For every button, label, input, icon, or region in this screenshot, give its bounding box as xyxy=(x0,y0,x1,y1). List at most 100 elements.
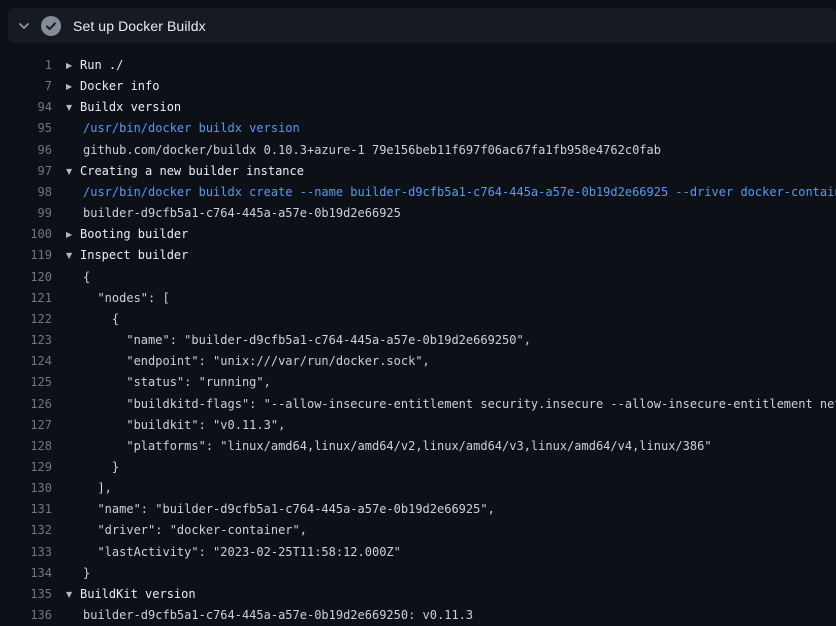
log-output-line: "name": "builder-d9cfb5a1-c764-445a-a57e… xyxy=(66,499,495,520)
line-number[interactable]: 124 xyxy=(0,351,52,372)
log-line-text: ], xyxy=(83,481,112,495)
log-group-header[interactable]: ▼Inspect builder xyxy=(66,245,188,266)
log-line-text: Booting builder xyxy=(80,227,188,241)
log-line: 128 "platforms": "linux/amd64,linux/amd6… xyxy=(0,436,836,457)
log-line-text: /usr/bin/docker buildx create --name bui… xyxy=(83,185,836,199)
line-number[interactable]: 100 xyxy=(0,224,52,245)
log-output-line: { xyxy=(66,309,119,330)
line-number[interactable]: 125 xyxy=(0,372,52,393)
line-number[interactable]: 132 xyxy=(0,520,52,541)
log-line-text: } xyxy=(83,566,90,580)
log-line: 126 "buildkitd-flags": "--allow-insecure… xyxy=(0,394,836,415)
line-number[interactable]: 128 xyxy=(0,436,52,457)
log-group-header[interactable]: ▼Creating a new builder instance xyxy=(66,161,304,182)
line-number[interactable]: 122 xyxy=(0,309,52,330)
log-line: 124 "endpoint": "unix:///var/run/docker.… xyxy=(0,351,836,372)
check-circle-icon xyxy=(41,16,61,36)
log-output-line: "lastActivity": "2023-02-25T11:58:12.000… xyxy=(66,542,401,563)
group-toggle-icon: ▶ xyxy=(66,224,80,245)
line-number[interactable]: 123 xyxy=(0,330,52,351)
log-line-text: "nodes": [ xyxy=(83,291,170,305)
group-toggle-icon: ▼ xyxy=(66,161,80,182)
log-line-text: Buildx version xyxy=(80,100,181,114)
line-number[interactable]: 119 xyxy=(0,245,52,266)
log-line: 125 "status": "running", xyxy=(0,372,836,393)
log-output-line: } xyxy=(66,563,90,584)
line-number[interactable]: 126 xyxy=(0,394,52,415)
log-line-text: "platforms": "linux/amd64,linux/amd64/v2… xyxy=(83,439,712,453)
line-number[interactable]: 95 xyxy=(0,118,52,139)
log-line: 95 /usr/bin/docker buildx version xyxy=(0,118,836,139)
line-number[interactable]: 98 xyxy=(0,182,52,203)
line-number[interactable]: 136 xyxy=(0,605,52,626)
log-line: 134 } xyxy=(0,563,836,584)
line-number[interactable]: 97 xyxy=(0,161,52,182)
log-line: 133 "lastActivity": "2023-02-25T11:58:12… xyxy=(0,542,836,563)
log-output-line: "driver": "docker-container", xyxy=(66,520,307,541)
line-number[interactable]: 1 xyxy=(0,55,52,76)
line-number[interactable]: 121 xyxy=(0,288,52,309)
log-line-text: Docker info xyxy=(80,79,159,93)
log-line-text: /usr/bin/docker buildx version xyxy=(83,121,300,135)
log-line: 135 ▼BuildKit version xyxy=(0,584,836,605)
step-title: Set up Docker Buildx xyxy=(73,18,206,34)
group-toggle-icon: ▶ xyxy=(66,55,80,76)
line-number[interactable]: 120 xyxy=(0,267,52,288)
log-group-header[interactable]: ▼BuildKit version xyxy=(66,584,196,605)
line-number[interactable]: 133 xyxy=(0,542,52,563)
log-line-text: Inspect builder xyxy=(80,248,188,262)
log-line: 94 ▼Buildx version xyxy=(0,97,836,118)
log-output-line: "buildkitd-flags": "--allow-insecure-ent… xyxy=(66,394,836,415)
line-number[interactable]: 130 xyxy=(0,478,52,499)
log-output-line: "name": "builder-d9cfb5a1-c764-445a-a57e… xyxy=(66,330,531,351)
log-line: 7 ▶Docker info xyxy=(0,76,836,97)
log-line-text: } xyxy=(83,460,119,474)
log-line: 100 ▶Booting builder xyxy=(0,224,836,245)
log-output-line: { xyxy=(66,267,90,288)
log-line: 99 builder-d9cfb5a1-c764-445a-a57e-0b19d… xyxy=(0,203,836,224)
chevron-down-icon[interactable] xyxy=(18,20,30,32)
log-output-line: "nodes": [ xyxy=(66,288,170,309)
log-output-line: ], xyxy=(66,478,112,499)
log-line-text: "status": "running", xyxy=(83,375,271,389)
line-number[interactable]: 134 xyxy=(0,563,52,584)
log-group-header[interactable]: ▶Run ./ xyxy=(66,55,123,76)
line-number[interactable]: 94 xyxy=(0,97,52,118)
log-line-text: { xyxy=(83,312,119,326)
log-group-header[interactable]: ▼Buildx version xyxy=(66,97,181,118)
log-line: 120 { xyxy=(0,267,836,288)
log-line: 131 "name": "builder-d9cfb5a1-c764-445a-… xyxy=(0,499,836,520)
log-line: 96 github.com/docker/buildx 0.10.3+azure… xyxy=(0,140,836,161)
line-number[interactable]: 131 xyxy=(0,499,52,520)
step-header[interactable]: Set up Docker Buildx xyxy=(8,8,836,43)
line-number[interactable]: 127 xyxy=(0,415,52,436)
log-group-header[interactable]: ▶Docker info xyxy=(66,76,159,97)
log-line-text: "driver": "docker-container", xyxy=(83,523,307,537)
log-output-line: github.com/docker/buildx 0.10.3+azure-1 … xyxy=(66,140,661,161)
log-output-line: "platforms": "linux/amd64,linux/amd64/v2… xyxy=(66,436,712,457)
log-line: 129 } xyxy=(0,457,836,478)
log-command-line: /usr/bin/docker buildx create --name bui… xyxy=(66,182,836,203)
line-number[interactable]: 129 xyxy=(0,457,52,478)
log-line-text: "buildkit": "v0.11.3", xyxy=(83,418,285,432)
group-toggle-icon: ▼ xyxy=(66,245,80,266)
group-toggle-icon: ▶ xyxy=(66,76,80,97)
log-line-text: github.com/docker/buildx 0.10.3+azure-1 … xyxy=(83,143,661,157)
log-line-text: builder-d9cfb5a1-c764-445a-a57e-0b19d2e6… xyxy=(83,206,401,220)
line-number[interactable]: 99 xyxy=(0,203,52,224)
line-number[interactable]: 96 xyxy=(0,140,52,161)
line-number[interactable]: 7 xyxy=(0,76,52,97)
line-number[interactable]: 135 xyxy=(0,584,52,605)
log-line: 98 /usr/bin/docker buildx create --name … xyxy=(0,182,836,203)
log-output-line: "endpoint": "unix:///var/run/docker.sock… xyxy=(66,351,430,372)
log-line: 130 ], xyxy=(0,478,836,499)
group-toggle-icon: ▼ xyxy=(66,584,80,605)
log-line: 132 "driver": "docker-container", xyxy=(0,520,836,541)
log-line: 1 ▶Run ./ xyxy=(0,55,836,76)
log-line: 119 ▼Inspect builder xyxy=(0,245,836,266)
log-line-text: "name": "builder-d9cfb5a1-c764-445a-a57e… xyxy=(83,333,531,347)
log-container: 1 ▶Run ./ 7 ▶Docker info 94 ▼Buildx vers… xyxy=(0,43,836,626)
log-group-header[interactable]: ▶Booting builder xyxy=(66,224,188,245)
log-line-text: builder-d9cfb5a1-c764-445a-a57e-0b19d2e6… xyxy=(83,608,473,622)
log-output-line: builder-d9cfb5a1-c764-445a-a57e-0b19d2e6… xyxy=(66,203,401,224)
